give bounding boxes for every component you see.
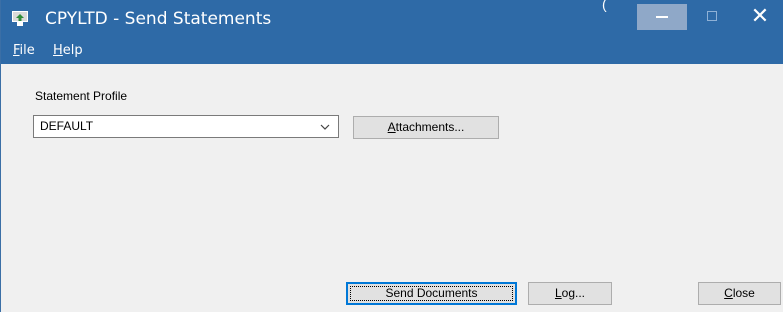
attachments-label: ttachments... (395, 120, 465, 134)
send-documents-button[interactable]: Send Documents (346, 282, 517, 305)
close-window-button[interactable]: ✕ (737, 0, 783, 32)
log-accel: L (554, 286, 562, 300)
close-label: lose (732, 286, 755, 300)
minimize-icon (656, 16, 668, 18)
maximize-button[interactable] (689, 0, 735, 32)
close-accel: C (724, 286, 733, 300)
menu-help[interactable]: Help (53, 43, 83, 58)
client-area: Statement Profile DEFAULT Attachments...… (1, 64, 783, 312)
chevron-down-icon (320, 124, 330, 130)
menu-bar: File Help (1, 38, 783, 64)
minimize-button[interactable] (637, 4, 687, 30)
window-title: CPYLTD - Send Statements (45, 9, 272, 29)
menu-file[interactable]: File (13, 43, 35, 58)
title-bar[interactable]: CPYLTD - Send Statements ( ✕ (1, 0, 783, 38)
log-label: og... (561, 286, 586, 300)
stray-glyph: ( (602, 0, 607, 12)
menu-help-label: elp (62, 43, 83, 58)
app-icon (12, 11, 28, 26)
menu-file-label: ile (19, 43, 35, 58)
close-button[interactable]: Close (698, 282, 781, 305)
menu-help-accel: H (53, 43, 63, 58)
statement-profile-select[interactable]: DEFAULT (33, 115, 339, 138)
close-icon: ✕ (750, 3, 770, 29)
focus-rect (350, 286, 513, 301)
attachments-accel: A (387, 120, 396, 134)
maximize-icon (707, 11, 717, 21)
attachments-button[interactable]: Attachments... (353, 116, 499, 139)
send-statements-window: CPYLTD - Send Statements ( ✕ File Help S… (0, 0, 783, 312)
statement-profile-label: Statement Profile (35, 89, 128, 103)
statement-profile-value: DEFAULT (40, 119, 94, 133)
log-button[interactable]: Log... (528, 282, 612, 305)
